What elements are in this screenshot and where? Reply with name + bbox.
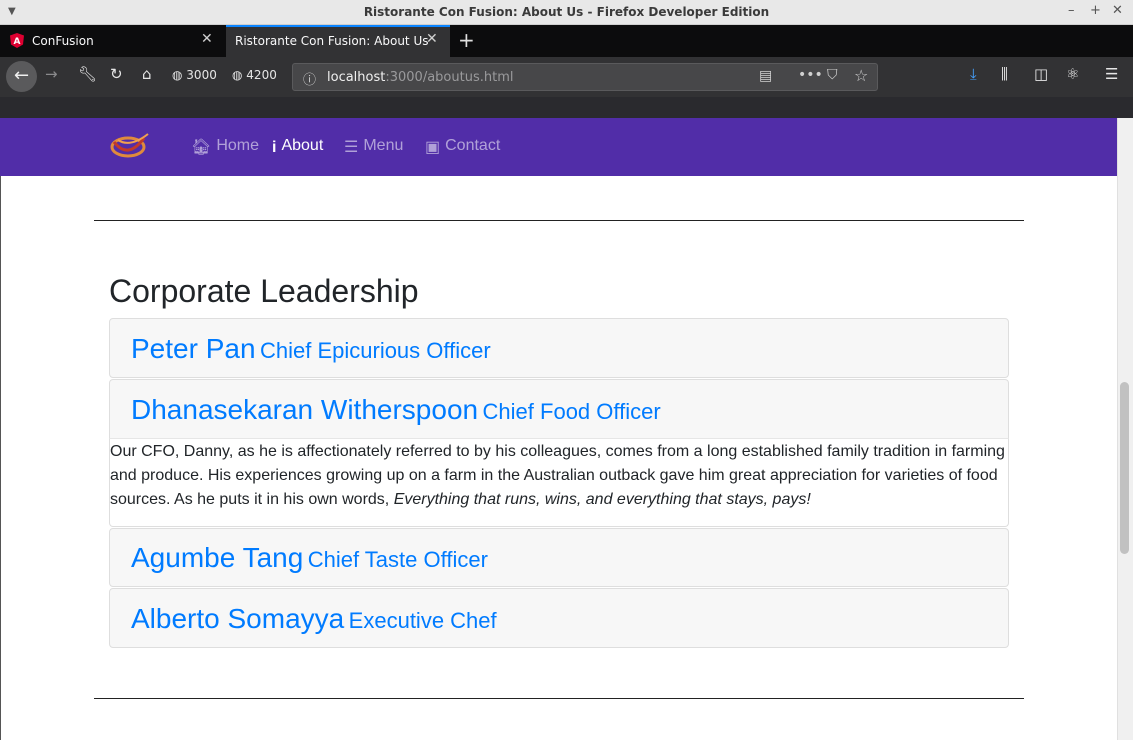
window-border <box>0 176 1 740</box>
forward-icon[interactable]: → <box>45 65 58 83</box>
download-icon[interactable]: ⤓ <box>970 65 977 83</box>
leader-name: Dhanasekaran Witherspoon <box>131 394 479 425</box>
leader-card-peter-pan[interactable]: Peter Pan Chief Epicurious Officer <box>109 318 1009 378</box>
home-icon[interactable]: ⌂ <box>142 65 152 83</box>
leader-description: Our CFO, Danny, as he is affectionately … <box>110 440 1008 512</box>
leader-header[interactable]: Alberto Somayya Executive Chef <box>131 603 497 635</box>
hamburger-menu-icon[interactable]: ☰ <box>1105 65 1118 83</box>
bookmark-star-icon[interactable]: ☆ <box>854 66 868 85</box>
bookmark-label: 4200 <box>246 68 277 82</box>
leader-header[interactable]: Agumbe Tang Chief Taste Officer <box>131 542 488 574</box>
tab-close-icon[interactable]: ✕ <box>426 31 438 47</box>
leader-name: Peter Pan <box>131 333 256 364</box>
back-icon[interactable]: ← <box>6 61 37 92</box>
window-titlebar: ▼ Ristorante Con Fusion: About Us - Fire… <box>0 0 1133 25</box>
leader-name: Alberto Somayya <box>131 603 345 634</box>
leader-role: Chief Food Officer <box>482 399 661 424</box>
site-navbar: 🏠︎ Home i About ☰ Menu ▣ Contact <box>0 118 1117 176</box>
scrollbar-thumb[interactable] <box>1120 382 1129 554</box>
reload-icon[interactable]: ↻ <box>110 65 123 83</box>
nav-home-label: Home <box>216 137 259 154</box>
nav-contact[interactable]: ▣ Contact <box>425 137 500 157</box>
sidebar-icon[interactable]: ◫ <box>1034 65 1048 83</box>
svg-text:A: A <box>14 37 21 47</box>
tab-close-icon[interactable]: ✕ <box>201 31 213 47</box>
reader-view-icon[interactable]: ▤ <box>759 68 772 84</box>
page-actions-icon[interactable]: ••• <box>798 67 823 83</box>
leader-role: Chief Epicurious Officer <box>259 338 491 363</box>
window-title: Ristorante Con Fusion: About Us - Firefo… <box>363 5 770 19</box>
minimize-icon[interactable]: – <box>1068 3 1075 18</box>
nav-about-label: About <box>281 137 324 154</box>
divider <box>94 698 1024 699</box>
url-rest: :3000/aboutus.html <box>385 70 514 85</box>
leader-name: Agumbe Tang <box>131 542 304 573</box>
leader-role: Executive Chef <box>348 608 497 633</box>
angular-icon: A <box>10 33 24 48</box>
url-host: localhost <box>327 70 386 85</box>
nav-menu-label: Menu <box>363 137 404 154</box>
section-heading: Corporate Leadership <box>109 273 419 309</box>
url-bar[interactable]: ⓘ localhost:3000/aboutus.html ▤ ••• ⛉ ☆ <box>292 63 878 91</box>
list-icon: ☰ <box>344 139 359 156</box>
nav-menu[interactable]: ☰ Menu <box>344 137 403 157</box>
nav-about[interactable]: i About <box>272 137 323 157</box>
tab-label: Ristorante Con Fusion: About Us <box>235 34 429 48</box>
tab-label: ConFusion <box>32 34 94 48</box>
close-window-icon[interactable]: ✕ <box>1112 3 1123 18</box>
description-quote: Everything that runs, wins, and everythi… <box>393 491 811 508</box>
nav-contact-label: Contact <box>445 137 501 154</box>
new-tab-icon[interactable]: + <box>458 28 475 52</box>
tab-confusion[interactable]: A ConFusion ✕ <box>0 25 226 57</box>
maximize-icon[interactable]: + <box>1090 3 1101 18</box>
nav-home[interactable]: 🏠︎ Home <box>191 137 259 157</box>
leader-header[interactable]: Dhanasekaran Witherspoon Chief Food Offi… <box>131 394 661 426</box>
brand-logo[interactable] <box>108 130 150 164</box>
info-icon: i <box>272 139 277 156</box>
address-card-icon: ▣ <box>425 139 441 156</box>
bookmark-label: 3000 <box>186 68 217 82</box>
leader-card-dhanasekaran[interactable]: Dhanasekaran Witherspoon Chief Food Offi… <box>109 379 1009 439</box>
home-icon: 🏠︎ <box>191 139 212 156</box>
leader-card-agumbe-tang[interactable]: Agumbe Tang Chief Taste Officer <box>109 528 1009 587</box>
tab-strip: A ConFusion ✕ Ristorante Con Fusion: Abo… <box>0 25 1133 57</box>
react-devtools-icon[interactable]: ⚛ <box>1066 65 1079 83</box>
info-icon[interactable]: ⓘ <box>303 69 316 88</box>
bookmark-3000[interactable]: ◍ 3000 <box>172 68 217 82</box>
pocket-icon[interactable]: ⛉ <box>827 67 838 83</box>
url-text: localhost:3000/aboutus.html <box>327 70 513 85</box>
tab-about-us[interactable]: Ristorante Con Fusion: About Us ✕ <box>226 25 450 57</box>
toolbar-gap <box>0 97 1133 118</box>
leader-card-alberto-somayya[interactable]: Alberto Somayya Executive Chef <box>109 588 1009 648</box>
nav-toolbar: ← → 🔧︎ ↻ ⌂ ◍ 3000 ◍ 4200 ⓘ localhost:300… <box>0 57 1133 97</box>
leader-header[interactable]: Peter Pan Chief Epicurious Officer <box>131 333 491 365</box>
leader-role: Chief Taste Officer <box>307 547 488 572</box>
library-icon[interactable]: ⫼ <box>1001 65 1008 83</box>
bookmark-4200[interactable]: ◍ 4200 <box>232 68 277 82</box>
wrench-icon[interactable]: 🔧︎ <box>78 65 97 83</box>
divider <box>94 220 1024 221</box>
